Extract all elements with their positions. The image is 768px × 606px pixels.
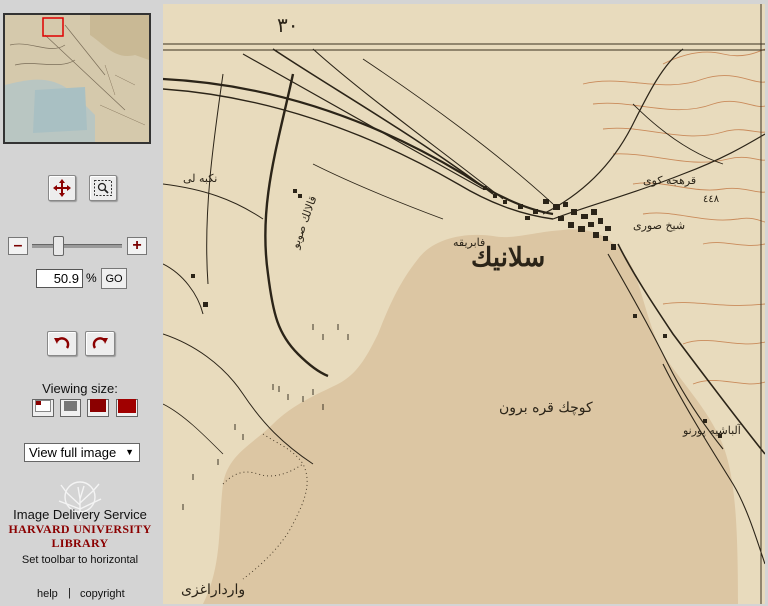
map-image-viewer[interactable]: سلانيك كوچك قره برون وارداراغزى ٣٠ نكبه … bbox=[163, 4, 765, 604]
map-label-east: قرهجه كوى bbox=[643, 174, 696, 187]
zoom-slider-track[interactable] bbox=[32, 244, 122, 248]
viewing-size-small-button[interactable] bbox=[32, 399, 54, 417]
toolbar: – + % GO Viewing size: View full bbox=[0, 0, 160, 606]
set-toolbar-horizontal-link[interactable]: Set toolbar to horizontal bbox=[0, 554, 160, 566]
zoom-in-button[interactable]: + bbox=[127, 237, 147, 255]
rotate-counterclockwise-icon bbox=[52, 334, 72, 354]
rotate-right-button[interactable] bbox=[85, 331, 115, 356]
ids-title: Image Delivery Service bbox=[13, 507, 147, 522]
pan-tool-button[interactable] bbox=[48, 175, 76, 201]
viewing-size-medium-button[interactable] bbox=[60, 399, 81, 417]
map-label-hamlet: نكبه لى bbox=[183, 172, 217, 185]
viewing-size-full-button[interactable] bbox=[116, 398, 138, 418]
map-label-farm: فابريقه bbox=[453, 236, 485, 249]
navigator-thumbnail[interactable] bbox=[3, 13, 151, 144]
rotate-left-button[interactable] bbox=[47, 331, 77, 356]
viewing-size-large-button[interactable] bbox=[87, 399, 109, 417]
zoom-percent-input[interactable] bbox=[36, 269, 83, 288]
percent-label: % bbox=[86, 271, 97, 285]
map-label-lake: وارداراغزى bbox=[181, 582, 245, 598]
link-separator: | bbox=[68, 587, 71, 599]
zoom-out-button[interactable]: – bbox=[8, 237, 28, 255]
zoom-rectangle-icon bbox=[93, 178, 113, 198]
dropdown-arrow-icon: ▼ bbox=[125, 447, 134, 457]
go-button[interactable]: GO bbox=[101, 268, 127, 289]
rotate-clockwise-icon bbox=[90, 334, 110, 354]
view-mode-selected-value: View full image bbox=[29, 445, 117, 460]
map-label-sheet-number: ٣٠ bbox=[277, 13, 298, 37]
move-arrows-icon bbox=[52, 178, 72, 198]
view-mode-select[interactable]: View full image ▼ bbox=[24, 443, 140, 462]
size-medium-icon bbox=[63, 399, 78, 417]
size-small-icon bbox=[35, 399, 51, 417]
zoom-slider-handle[interactable] bbox=[52, 236, 64, 256]
help-link[interactable]: help bbox=[37, 588, 58, 600]
zoom-region-button[interactable] bbox=[89, 175, 117, 201]
library-name-line1: HARVARD UNIVERSITY bbox=[8, 522, 152, 536]
library-name-line2: LIBRARY bbox=[51, 536, 109, 550]
historic-map[interactable]: سلانيك كوچك قره برون وارداراغزى ٣٠ نكبه … bbox=[163, 4, 765, 604]
map-label-south: شيخ صورى bbox=[633, 219, 685, 232]
map-label-area: كوچك قره برون bbox=[499, 400, 593, 416]
map-label-height: ٤٤٨ bbox=[703, 194, 720, 205]
size-large-icon bbox=[90, 399, 106, 417]
copyright-link[interactable]: copyright bbox=[80, 588, 125, 600]
map-label-coast: آلباشيه پورنو bbox=[682, 424, 742, 437]
viewing-size-label: Viewing size: bbox=[42, 381, 118, 396]
size-full-icon bbox=[118, 398, 136, 418]
